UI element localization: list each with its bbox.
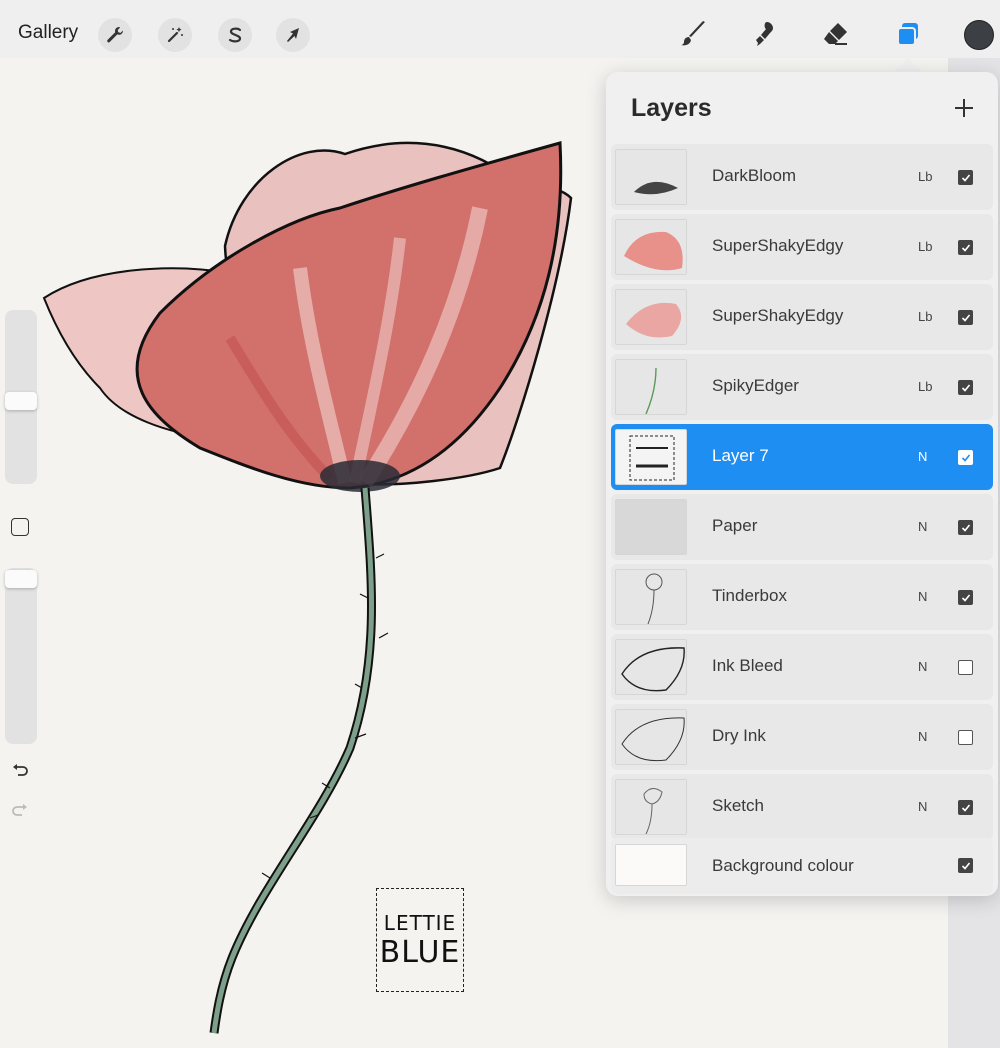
redo-icon[interactable] (8, 798, 32, 822)
layer-thumbnail (615, 499, 687, 555)
layer-row[interactable]: DarkBloom Lb (611, 144, 993, 210)
layer-row[interactable]: SuperShakyEdgy Lb (611, 284, 993, 350)
brush-icon[interactable] (675, 16, 711, 52)
layer-row[interactable]: Tinderbox N (611, 564, 993, 630)
layer-row[interactable]: Background colour (611, 838, 993, 894)
blend-mode[interactable]: N (918, 449, 927, 464)
visibility-checkbox[interactable] (958, 800, 973, 815)
opacity-thumb[interactable] (5, 570, 37, 588)
layer-thumbnail (615, 219, 687, 275)
layer-name: SuperShakyEdgy (712, 306, 844, 325)
layer-row[interactable]: Ink Bleed N (611, 634, 993, 700)
visibility-checkbox[interactable] (958, 590, 973, 605)
signature-line-2: BLUE (379, 934, 461, 970)
blend-mode[interactable]: N (918, 589, 927, 604)
visibility-checkbox[interactable] (958, 520, 973, 535)
blend-mode[interactable]: N (918, 659, 927, 674)
layer-thumbnail (615, 429, 687, 485)
transform-arrow-icon[interactable] (276, 18, 310, 52)
signature-line-1: LETTIE (383, 910, 457, 935)
blend-mode[interactable]: N (918, 519, 927, 534)
smudge-icon[interactable] (746, 16, 782, 52)
visibility-checkbox[interactable] (958, 170, 973, 185)
visibility-checkbox[interactable] (958, 240, 973, 255)
layer-row[interactable]: Layer 7 N (611, 424, 993, 490)
wrench-icon[interactable] (98, 18, 132, 52)
selection-s-icon[interactable] (218, 18, 252, 52)
undo-icon[interactable] (8, 758, 32, 782)
blend-mode[interactable]: Lb (918, 169, 932, 184)
magic-wand-icon[interactable] (158, 18, 192, 52)
visibility-checkbox[interactable] (958, 450, 973, 465)
opacity-slider[interactable] (5, 568, 37, 744)
visibility-checkbox[interactable] (958, 380, 973, 395)
layer-name: Paper (712, 516, 758, 535)
brush-size-slider[interactable] (5, 310, 37, 484)
layer-thumbnail (615, 639, 687, 695)
color-picker-button[interactable] (964, 20, 994, 50)
layer-row[interactable]: SuperShakyEdgy Lb (611, 214, 993, 280)
layer-thumbnail (615, 149, 687, 205)
panel-title: Layers (631, 94, 712, 122)
signature-logo: LETTIE BLUE (376, 888, 464, 992)
layer-name: Ink Bleed (712, 656, 783, 675)
blend-mode[interactable]: Lb (918, 309, 932, 324)
layer-name: DarkBloom (712, 166, 797, 185)
left-sidebar (0, 300, 44, 860)
visibility-checkbox[interactable] (958, 858, 973, 873)
layer-row[interactable]: Sketch N (611, 774, 993, 840)
plus-icon[interactable] (950, 94, 978, 122)
layer-name: Sketch (712, 796, 764, 815)
layers-icon[interactable] (890, 16, 926, 52)
layers-panel: Layers DarkBloom Lb SuperShakyEdgy Lb Su… (606, 72, 998, 896)
layer-name: Layer 7 (712, 446, 769, 465)
layer-thumbnail (615, 709, 687, 765)
visibility-checkbox[interactable] (958, 730, 973, 745)
modify-square-icon[interactable] (11, 518, 29, 536)
layer-row[interactable]: SpikyEdger Lb (611, 354, 993, 420)
layer-thumbnail (615, 359, 687, 415)
layer-name: SuperShakyEdgy (712, 236, 844, 255)
layer-name: Background colour (712, 856, 854, 875)
layer-name: SpikyEdger (712, 376, 799, 395)
layer-row[interactable]: Paper N (611, 494, 993, 560)
blend-mode[interactable]: Lb (918, 379, 932, 394)
layer-thumbnail (615, 569, 687, 625)
visibility-checkbox[interactable] (958, 310, 973, 325)
blend-mode[interactable]: Lb (918, 239, 932, 254)
gallery-button[interactable]: Gallery (18, 22, 78, 44)
layer-name: Dry Ink (712, 726, 766, 745)
layer-thumbnail (615, 289, 687, 345)
brush-size-thumb[interactable] (5, 392, 37, 410)
layer-row[interactable]: Dry Ink N (611, 704, 993, 770)
visibility-checkbox[interactable] (958, 660, 973, 675)
layer-thumbnail (615, 779, 687, 835)
blend-mode[interactable]: N (918, 729, 927, 744)
blend-mode[interactable]: N (918, 799, 927, 814)
layer-name: Tinderbox (712, 586, 787, 605)
layer-thumbnail (615, 844, 687, 886)
eraser-icon[interactable] (818, 16, 854, 52)
